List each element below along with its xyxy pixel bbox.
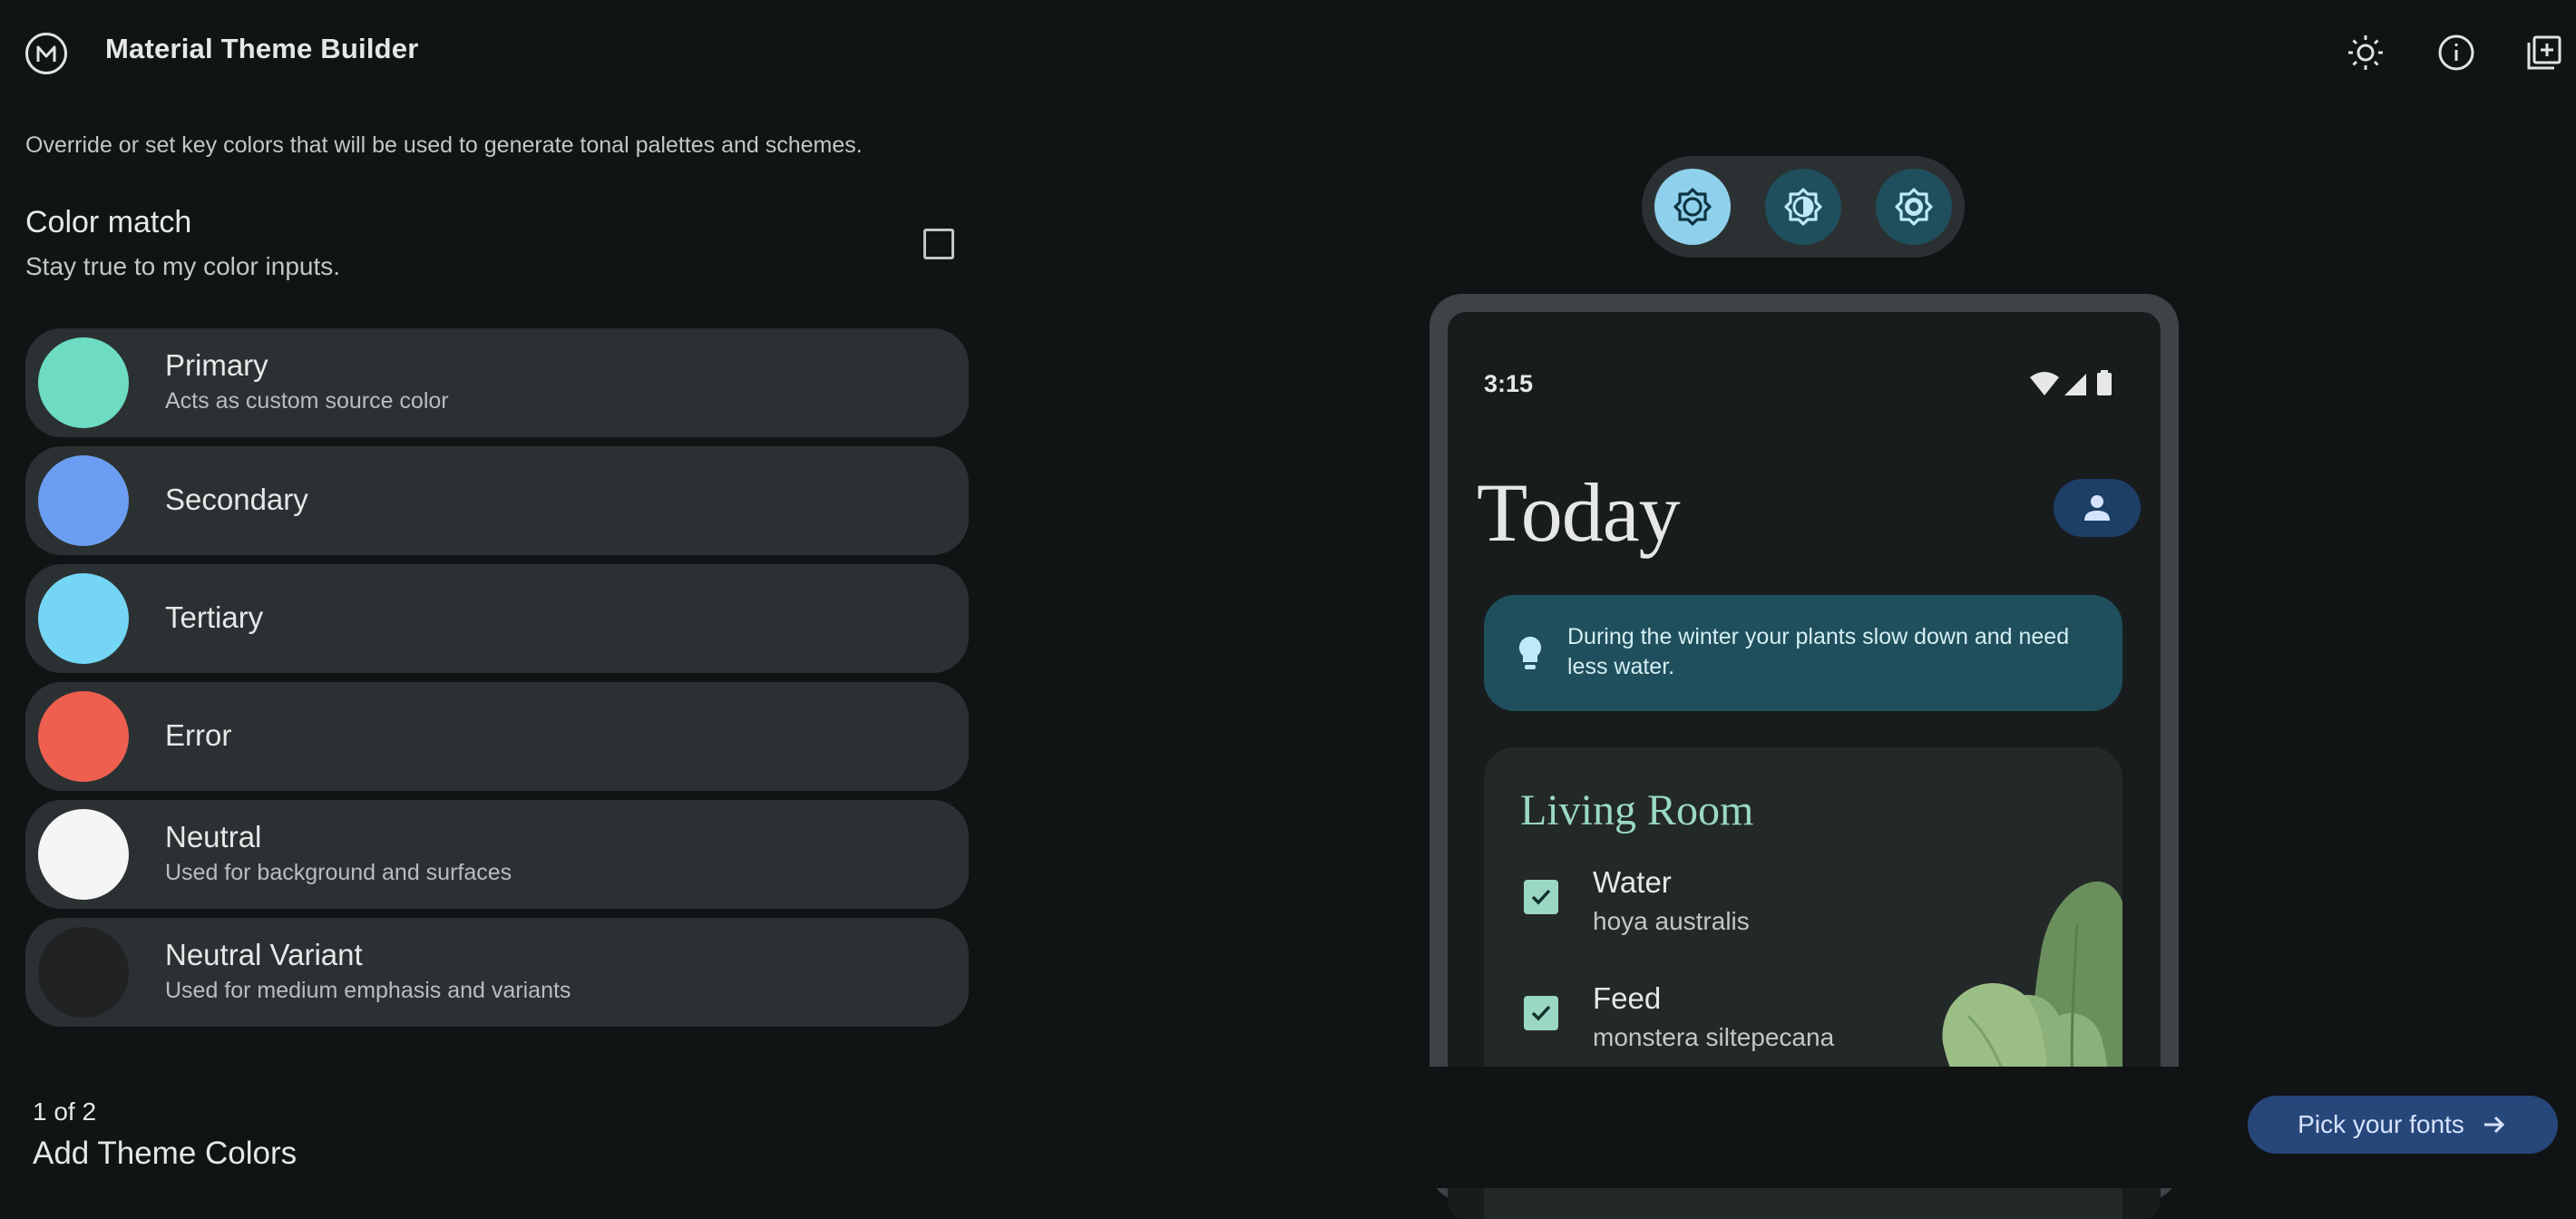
- standard-contrast-icon: [1673, 188, 1712, 226]
- color-label: Neutral Variant: [165, 938, 363, 971]
- person-icon: [2084, 495, 2110, 521]
- footer-area: [0, 1067, 2576, 1188]
- description-text: Override or set key colors that will be …: [25, 132, 863, 158]
- check-icon: [1531, 1005, 1551, 1021]
- color-swatch[interactable]: [38, 691, 129, 782]
- task-name: Feed: [1593, 981, 1662, 1015]
- room-title: Living Room: [1520, 786, 1754, 834]
- signal-icon: [2064, 374, 2086, 395]
- light-mode-icon[interactable]: [2343, 30, 2388, 75]
- color-swatch[interactable]: [38, 455, 129, 546]
- tip-text: During the winter your plants slow down …: [1567, 624, 2070, 679]
- material-logo-icon: [25, 33, 67, 74]
- color-label: Tertiary: [165, 600, 264, 634]
- check-icon: [1531, 889, 1551, 905]
- medium-contrast-button[interactable]: [1765, 169, 1841, 245]
- arrow-forward-icon: [2483, 1116, 2504, 1134]
- pick-fonts-label: Pick your fonts: [2298, 1110, 2464, 1138]
- color-swatch[interactable]: [38, 337, 129, 428]
- high-contrast-button[interactable]: [1876, 169, 1952, 245]
- task-checkbox[interactable]: [1524, 880, 1558, 914]
- color-swatch[interactable]: [38, 573, 129, 664]
- status-icons: [2030, 370, 2112, 395]
- color-row-neutral-variant[interactable]: Neutral Variant Used for medium emphasis …: [25, 918, 969, 1027]
- profile-button[interactable]: [2054, 479, 2141, 537]
- color-subtitle: Used for background and surfaces: [165, 860, 512, 885]
- medium-contrast-icon: [1784, 188, 1822, 226]
- task-name: Water: [1593, 865, 1672, 899]
- color-swatch[interactable]: [38, 809, 129, 900]
- preview-title: Today: [1477, 466, 1681, 559]
- battery-icon: [2097, 373, 2112, 395]
- task-checkbox[interactable]: [1524, 996, 1558, 1030]
- color-label: Secondary: [165, 483, 308, 516]
- standard-contrast-button[interactable]: [1654, 169, 1731, 245]
- color-subtitle: Acts as custom source color: [165, 388, 449, 414]
- color-swatch[interactable]: [38, 927, 129, 1018]
- status-time: 3:15: [1484, 370, 1534, 397]
- color-subtitle: Used for medium emphasis and variants: [165, 978, 571, 1003]
- color-row-secondary[interactable]: Secondary: [25, 446, 969, 555]
- high-contrast-icon: [1895, 188, 1933, 226]
- color-label: Primary: [165, 348, 268, 382]
- step-indicator-overlay: 1 of 2: [33, 1097, 97, 1126]
- color-row-error[interactable]: Error: [25, 682, 969, 791]
- color-match-title: Color match: [25, 205, 192, 239]
- color-label: Neutral: [165, 820, 262, 853]
- color-match-checkbox[interactable]: [923, 229, 954, 259]
- task-plant: hoya australis: [1593, 907, 1750, 935]
- tip-card: During the winter your plants slow down …: [1484, 595, 2122, 711]
- color-row-tertiary[interactable]: Tertiary: [25, 564, 969, 673]
- phone-preview: 3:15 Today During the winter your plants…: [1429, 294, 2179, 1219]
- step-title-overlay: Add Theme Colors: [33, 1136, 298, 1171]
- contrast-mode-toggle: [1642, 156, 1965, 258]
- task-plant: monstera siltepecana: [1593, 1023, 1835, 1051]
- color-match-subtitle: Stay true to my color inputs.: [25, 252, 341, 280]
- lightbulb-icon: [1518, 636, 1542, 669]
- info-icon[interactable]: [2434, 30, 2479, 75]
- export-icon[interactable]: [2522, 30, 2567, 75]
- app-title: Material Theme Builder: [105, 33, 419, 64]
- wifi-icon: [2030, 372, 2059, 395]
- color-row-primary[interactable]: Primary Acts as custom source color: [25, 328, 969, 437]
- color-row-neutral[interactable]: Neutral Used for background and surfaces: [25, 800, 969, 909]
- pick-fonts-button[interactable]: Pick your fonts: [2248, 1096, 2558, 1154]
- color-label: Error: [165, 718, 232, 752]
